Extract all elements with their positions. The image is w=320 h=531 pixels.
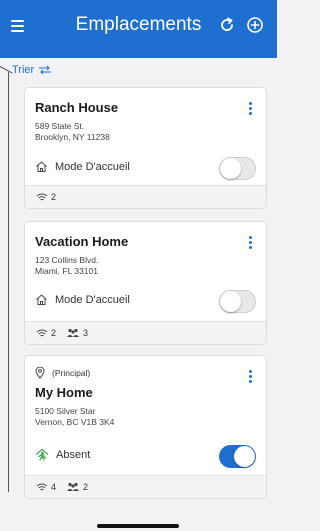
card-footer: 4 2 (25, 475, 266, 498)
home-icon (36, 161, 47, 172)
users-count: 2 (83, 482, 89, 492)
address-line1: 5100 Silver Star (35, 406, 96, 416)
address-line1: 589 State St. (35, 121, 85, 131)
location-card[interactable]: Vacation Home 123 Collins Blvd. Miami, F… (25, 222, 266, 344)
mode-toggle[interactable] (219, 157, 256, 180)
mode-label: Absent (56, 448, 91, 461)
mode-label: Mode D'accueil (55, 293, 130, 306)
card-footer: 2 (25, 185, 266, 208)
add-circle-icon (247, 17, 263, 33)
users-count: 3 (83, 328, 89, 338)
location-pin-icon (35, 367, 45, 379)
wifi-icon (36, 483, 48, 490)
refresh-button[interactable] (218, 16, 240, 38)
callout-line (8, 72, 9, 492)
toggle-knob (220, 291, 241, 312)
address-line2: Miami, FL 33101 (35, 266, 98, 276)
sort-swap-icon (39, 65, 52, 75)
wifi-count: 2 (51, 192, 57, 202)
mode-label: Mode D'accueil (55, 160, 130, 173)
address-line1: 123 Collins Blvd. (35, 255, 99, 265)
add-location-button[interactable] (246, 16, 268, 38)
wifi-count: 2 (51, 328, 57, 338)
principal-label: (Principal) (52, 368, 91, 378)
principal-badge: (Principal) (35, 367, 256, 379)
location-card[interactable]: (Principal) My Home 5100 Silver Star Ver… (25, 356, 266, 498)
users-icon (67, 482, 80, 491)
away-icon (35, 448, 49, 461)
mode-toggle[interactable] (219, 445, 256, 468)
callout-pointer (0, 66, 13, 74)
card-footer: 2 3 (25, 321, 266, 344)
sort-label: Trier (12, 64, 35, 76)
address-line2: Brooklyn, NY 11238 (35, 132, 110, 142)
sort-button[interactable]: Trier (12, 64, 52, 76)
wifi-icon (36, 193, 48, 200)
location-card[interactable]: Ranch House 589 State St. Brooklyn, NY 1… (25, 88, 266, 208)
home-icon (36, 294, 47, 305)
app-header: Emplacements (0, 0, 277, 58)
location-name: Vacation Home (35, 234, 129, 249)
wifi-icon (36, 329, 48, 336)
home-indicator (97, 524, 179, 528)
users-icon (67, 328, 80, 337)
toggle-knob (234, 446, 255, 467)
mode-toggle[interactable] (219, 290, 256, 313)
location-name: Ranch House (35, 100, 119, 115)
refresh-icon (221, 17, 233, 31)
wifi-count: 4 (51, 482, 57, 492)
location-name: My Home (35, 385, 93, 400)
toggle-knob (220, 158, 241, 179)
address-line2: Vernon, BC V1B 3K4 (35, 417, 115, 427)
